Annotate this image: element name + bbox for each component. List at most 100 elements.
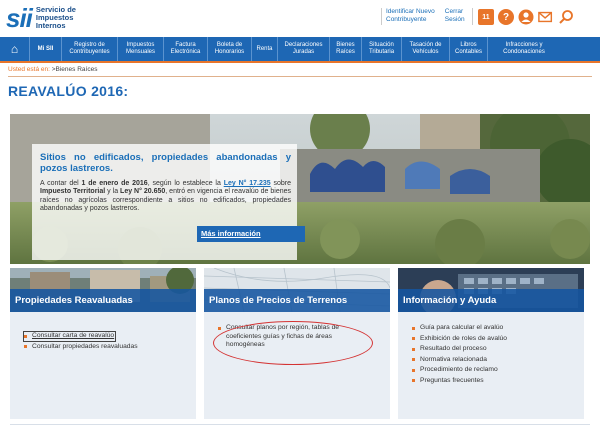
- hero-text-part: Impuesto Territorial: [40, 188, 106, 196]
- logo-text: Servicio de Impuestos Internos: [36, 6, 76, 30]
- card-title: Información y Ayuda: [398, 289, 584, 312]
- nav-label-line: Infracciones y: [505, 42, 543, 48]
- nav-label-line: Contables: [454, 49, 483, 55]
- card-link-list: Guía para calcular el avalúo Exhibición …: [412, 324, 507, 387]
- nav-label: Factura Electrónica: [171, 42, 201, 56]
- breadcrumb: Usted está en: >Bienes Raíces: [8, 66, 97, 73]
- nav-label-line: Electrónica: [170, 49, 201, 55]
- nav-label: Libros Contables: [455, 42, 482, 56]
- logo-text-line: Internos: [35, 21, 66, 30]
- more-info-button[interactable]: Más información: [197, 226, 305, 242]
- page-title: REAVALÚO 2016:: [8, 83, 129, 99]
- nav-label: Situación Tributaria: [369, 42, 394, 56]
- nav-label-line: Honorarios: [214, 49, 245, 55]
- nav-label-line: Mensuales: [125, 49, 155, 55]
- normativa-link[interactable]: Normativa relacionada: [412, 356, 507, 365]
- hero-text-part: , según lo establece la: [147, 180, 224, 187]
- preguntas-frecuentes-link[interactable]: Preguntas frecuentes: [412, 377, 507, 386]
- nav-label: Infracciones y Condonaciones: [503, 42, 545, 56]
- header-divider: [381, 8, 382, 25]
- logo-mark: sii: [6, 2, 33, 33]
- hero-text-part: A contar del: [40, 180, 82, 187]
- nav-label: Registro de Contribuyentes: [69, 42, 109, 56]
- nav-item-infracciones[interactable]: Infracciones y Condonaciones: [488, 37, 560, 61]
- nav-item-registro[interactable]: Registro de Contribuyentes: [62, 37, 118, 61]
- nav-label-line: Boleta de: [216, 42, 243, 48]
- resultado-proceso-link[interactable]: Resultado del proceso: [412, 345, 507, 354]
- nav-label-line: Declaraciones: [284, 42, 323, 48]
- nav-item-renta[interactable]: Renta: [252, 37, 278, 61]
- card-title: Planos de Precios de Terrenos: [204, 289, 390, 312]
- header-divider: [0, 61, 600, 63]
- exhibicion-roles-link[interactable]: Exhibición de roles de avalúo: [412, 335, 507, 344]
- hero-text: A contar del 1 de enero de 2016, según l…: [40, 180, 291, 213]
- highlight-annotation: [213, 321, 373, 365]
- home-icon[interactable]: ⌂: [0, 37, 30, 61]
- breadcrumb-label: Usted está en:: [8, 66, 50, 73]
- breadcrumb-divider: [8, 76, 592, 77]
- person-icon[interactable]: [518, 9, 534, 25]
- card-propiedades-reavaluadas: Propiedades Reavaluadas Consultar carta …: [10, 268, 196, 419]
- header-links: Identificar Nuevo Contribuyente Cerrar S…: [386, 8, 465, 24]
- nav-label-line: Condonaciones: [503, 49, 545, 55]
- search-icon[interactable]: [558, 9, 574, 25]
- consultar-carta-link[interactable]: Consultar carta de reavalúo: [22, 331, 117, 342]
- card-link-list: Consultar carta de reavalúo Consultar pr…: [22, 324, 138, 353]
- header-icons: 11 ?: [478, 9, 574, 25]
- guia-calcular-link[interactable]: Guía para calcular el avalúo: [412, 324, 507, 333]
- nav-label-line: Tributaria: [368, 49, 395, 55]
- hero-text-part: Ley N° 20.650: [120, 188, 166, 196]
- hero-textbox: Sitios no edificados, propiedades abando…: [32, 144, 297, 260]
- nav-item-boleta[interactable]: Boleta de Honorarios: [208, 37, 252, 61]
- nav-item-bienes-raices[interactable]: Bienes Raíces: [330, 37, 362, 61]
- breadcrumb-path[interactable]: >Bienes Raíces: [52, 66, 98, 73]
- nav-label: Impuestos Mensuales: [126, 42, 155, 56]
- ley-17235-link[interactable]: Ley N° 17.235: [224, 180, 271, 187]
- nav-item-mi-sii[interactable]: Mi SII: [30, 37, 62, 61]
- link-line: Contribuyente: [386, 16, 427, 23]
- hero-title: Sitios no edificados, propiedades abando…: [40, 152, 291, 174]
- identify-new-taxpayer-link[interactable]: Identificar Nuevo Contribuyente: [386, 8, 435, 24]
- nav-item-factura[interactable]: Factura Electrónica: [164, 37, 208, 61]
- nav-label-line: Contribuyentes: [69, 49, 110, 55]
- nav-label: Declaraciones Juradas: [284, 42, 322, 56]
- card-title: Propiedades Reavaluadas: [10, 289, 196, 312]
- nav-item-libros[interactable]: Libros Contables: [450, 37, 488, 61]
- logout-link[interactable]: Cerrar Sesión: [445, 8, 465, 24]
- nav-label-line: Impuestos: [126, 42, 155, 48]
- nav-label-line: Bienes: [336, 42, 355, 48]
- calendar-icon[interactable]: 11: [478, 9, 494, 25]
- consultar-propiedades-link[interactable]: Consultar propiedades reavaluadas: [24, 343, 138, 352]
- hero-text-part: 1 de enero de 2016: [81, 180, 148, 187]
- hero-text-part: y la: [105, 188, 121, 196]
- nav-label-line: Juradas: [292, 49, 315, 55]
- hero-text-part: sobre: [270, 180, 291, 187]
- nav-label-line: Situación: [369, 42, 394, 48]
- nav-label-line: Tasación de: [409, 42, 442, 48]
- nav-label-line: Libros: [460, 42, 477, 48]
- nav-item-situacion[interactable]: Situación Tributaria: [362, 37, 402, 61]
- link-line: Cerrar: [444, 8, 464, 15]
- nav-label: Mi SII: [37, 45, 54, 52]
- nav-label-line: Registro de: [74, 42, 105, 48]
- nav-label-line: Vehículos: [412, 49, 439, 55]
- footer-divider: [10, 424, 590, 425]
- link-line: Identificar Nuevo: [386, 8, 435, 15]
- card-informacion-ayuda: Información y Ayuda Guía para calcular e…: [398, 268, 584, 419]
- nav-label: Boleta de Honorarios: [215, 42, 244, 56]
- main-nav: ⌂ Mi SII Registro de Contribuyentes Impue…: [0, 37, 600, 61]
- nav-item-impuestos[interactable]: Impuestos Mensuales: [118, 37, 164, 61]
- site-header: sii Servicio de Impuestos Internos Ident…: [0, 0, 600, 36]
- nav-label-line: Raíces: [336, 49, 355, 55]
- mail-icon[interactable]: [538, 9, 554, 25]
- nav-label: Tasación de Vehículos: [409, 42, 441, 56]
- nav-item-tasacion[interactable]: Tasación de Vehículos: [402, 37, 450, 61]
- nav-label: Bienes Raíces: [336, 42, 355, 56]
- link-line: Sesión: [444, 16, 465, 23]
- nav-label-line: Factura: [175, 42, 196, 48]
- help-icon[interactable]: ?: [498, 9, 514, 25]
- sii-logo[interactable]: sii Servicio de Impuestos Internos: [6, 3, 76, 33]
- header-divider: [472, 8, 473, 25]
- nav-item-declaraciones[interactable]: Declaraciones Juradas: [278, 37, 330, 61]
- procedimiento-reclamo-link[interactable]: Procedimiento de reclamo: [412, 366, 507, 375]
